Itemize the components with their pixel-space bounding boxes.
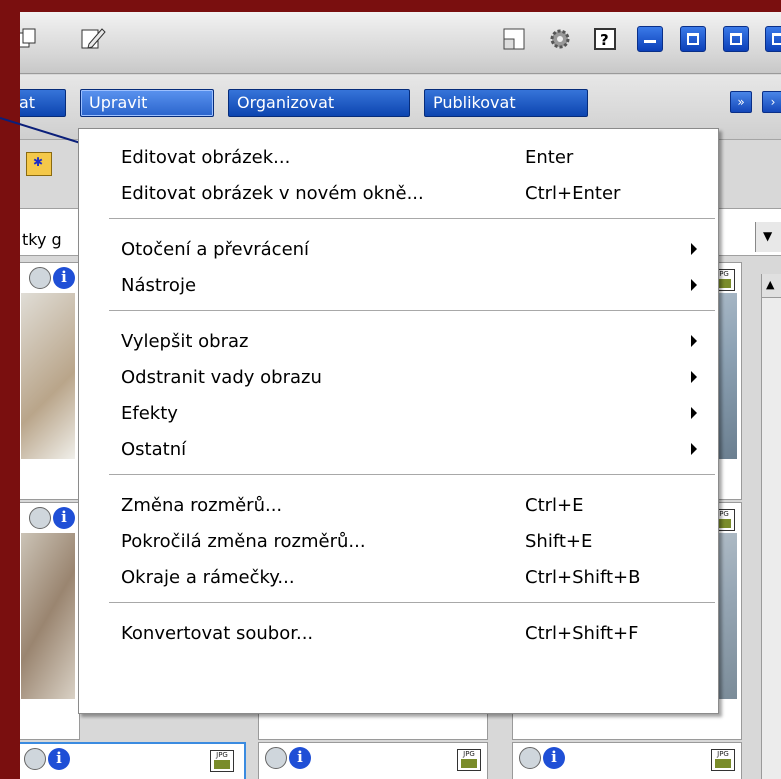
menu-item-label: Nástroje — [121, 275, 197, 296]
photo — [21, 533, 75, 699]
menu-item-shortcut: Ctrl+Enter — [525, 183, 621, 204]
menu-item-label: Pokročilá změna rozměrů... — [121, 531, 366, 552]
info-icon[interactable]: i — [289, 747, 311, 769]
menu-item[interactable]: Editovat obrázek... Enter — [79, 141, 718, 177]
submenu-arrow-icon — [691, 279, 697, 291]
menu-item-label: Změna rozměrů... — [121, 495, 283, 516]
menu-separator — [109, 310, 715, 312]
menu-separator — [109, 474, 715, 476]
restore-icon[interactable] — [680, 26, 706, 52]
menu-item-label: Konvertovat soubor... — [121, 623, 314, 644]
minimize-icon[interactable] — [637, 26, 663, 52]
toolbar: ? — [20, 12, 781, 74]
tab-partial[interactable]: at — [20, 89, 66, 117]
menu-item-label: Vylepšit obraz — [121, 331, 249, 352]
camera-icon — [265, 747, 287, 769]
camera-icon — [29, 267, 51, 289]
menu-item[interactable]: Efekty — [79, 397, 718, 433]
filter-dropdown-button[interactable] — [755, 222, 781, 252]
menu-item[interactable]: Editovat obrázek v novém okně... Ctrl+Ent… — [79, 177, 718, 213]
submenu-arrow-icon — [691, 407, 697, 419]
submenu-arrow-icon — [691, 243, 697, 255]
menu-item[interactable]: Změna rozměrů... Ctrl+E — [79, 489, 718, 525]
menu-separator — [109, 218, 715, 220]
thumbnail[interactable]: i — [20, 262, 80, 500]
info-icon[interactable]: i — [543, 747, 565, 769]
jpg-file-icon: JPG — [711, 749, 735, 771]
jpg-file-icon: JPG — [457, 749, 481, 771]
menu-item-label: Efekty — [121, 403, 178, 424]
camera-icon — [29, 507, 51, 529]
thumbnail[interactable]: i JPG — [258, 742, 488, 779]
menu-item-label: Okraje a rámečky... — [121, 567, 295, 588]
camera-icon — [519, 747, 541, 769]
info-icon[interactable]: i — [48, 748, 70, 770]
svg-text:?: ? — [600, 31, 609, 49]
maximize-icon[interactable] — [723, 26, 749, 52]
menu-item-label: Ostatní — [121, 439, 187, 460]
folder-icon[interactable] — [26, 152, 52, 176]
menu-item-label: Editovat obrázek... — [121, 147, 291, 168]
menu-item[interactable]: Pokročilá změna rozměrů... Shift+E — [79, 525, 718, 561]
filter-text: tky g — [22, 230, 62, 249]
info-icon[interactable]: i — [53, 507, 75, 529]
close-icon[interactable] — [765, 26, 781, 52]
panel-icon[interactable]: › — [762, 91, 781, 113]
menu-item-shortcut: Shift+E — [525, 531, 593, 552]
context-menu: Editovat obrázek... Enter Editovat obrázek… — [78, 128, 719, 714]
camera-icon — [24, 748, 46, 770]
menu-item-label: Editovat obrázek v novém okně... — [121, 183, 424, 204]
tab-upravit[interactable]: Upravit — [80, 89, 214, 117]
menu-item-shortcut: Ctrl+Shift+F — [525, 623, 639, 644]
menu-item-shortcut: Enter — [525, 147, 574, 168]
photo — [21, 293, 75, 459]
menu-item[interactable]: Ostatní — [79, 433, 718, 469]
menu-item[interactable]: Odstranit vady obrazu — [79, 361, 718, 397]
menu-separator — [109, 602, 715, 604]
menu-item[interactable]: Okraje a rámečky... Ctrl+Shift+B — [79, 561, 718, 597]
expand-icon[interactable]: » — [730, 91, 752, 113]
scroll-up-button[interactable] — [762, 274, 781, 298]
jpg-file-icon: JPG — [210, 750, 234, 772]
menu-item[interactable]: Vylepšit obraz — [79, 325, 718, 361]
window-icon[interactable] — [501, 26, 527, 52]
thumbnail[interactable]: i — [20, 502, 80, 740]
submenu-arrow-icon — [691, 335, 697, 347]
tab-organizovat[interactable]: Organizovat — [228, 89, 410, 117]
menu-item-shortcut: Ctrl+E — [525, 495, 584, 516]
menu-item[interactable]: Konvertovat soubor... Ctrl+Shift+F — [79, 617, 718, 653]
thumbnail[interactable]: i JPG — [512, 742, 742, 779]
vertical-scrollbar[interactable] — [761, 274, 781, 779]
menu-item-label: Otočení a převrácení — [121, 239, 310, 260]
settings-gear-icon[interactable] — [547, 26, 573, 52]
submenu-arrow-icon — [691, 443, 697, 455]
tab-publikovat[interactable]: Publikovat — [424, 89, 588, 117]
copy-icon[interactable] — [20, 26, 40, 52]
menu-item[interactable]: Otočení a převrácení — [79, 233, 718, 269]
help-icon[interactable]: ? — [592, 26, 618, 52]
menu-item[interactable]: Nástroje — [79, 269, 718, 305]
info-icon[interactable]: i — [53, 267, 75, 289]
menu-item-shortcut: Ctrl+Shift+B — [525, 567, 641, 588]
thumbnail-selected[interactable]: i JPG — [20, 742, 246, 779]
menu-item-label: Odstranit vady obrazu — [121, 367, 322, 388]
edit-icon[interactable] — [80, 26, 106, 52]
submenu-arrow-icon — [691, 371, 697, 383]
